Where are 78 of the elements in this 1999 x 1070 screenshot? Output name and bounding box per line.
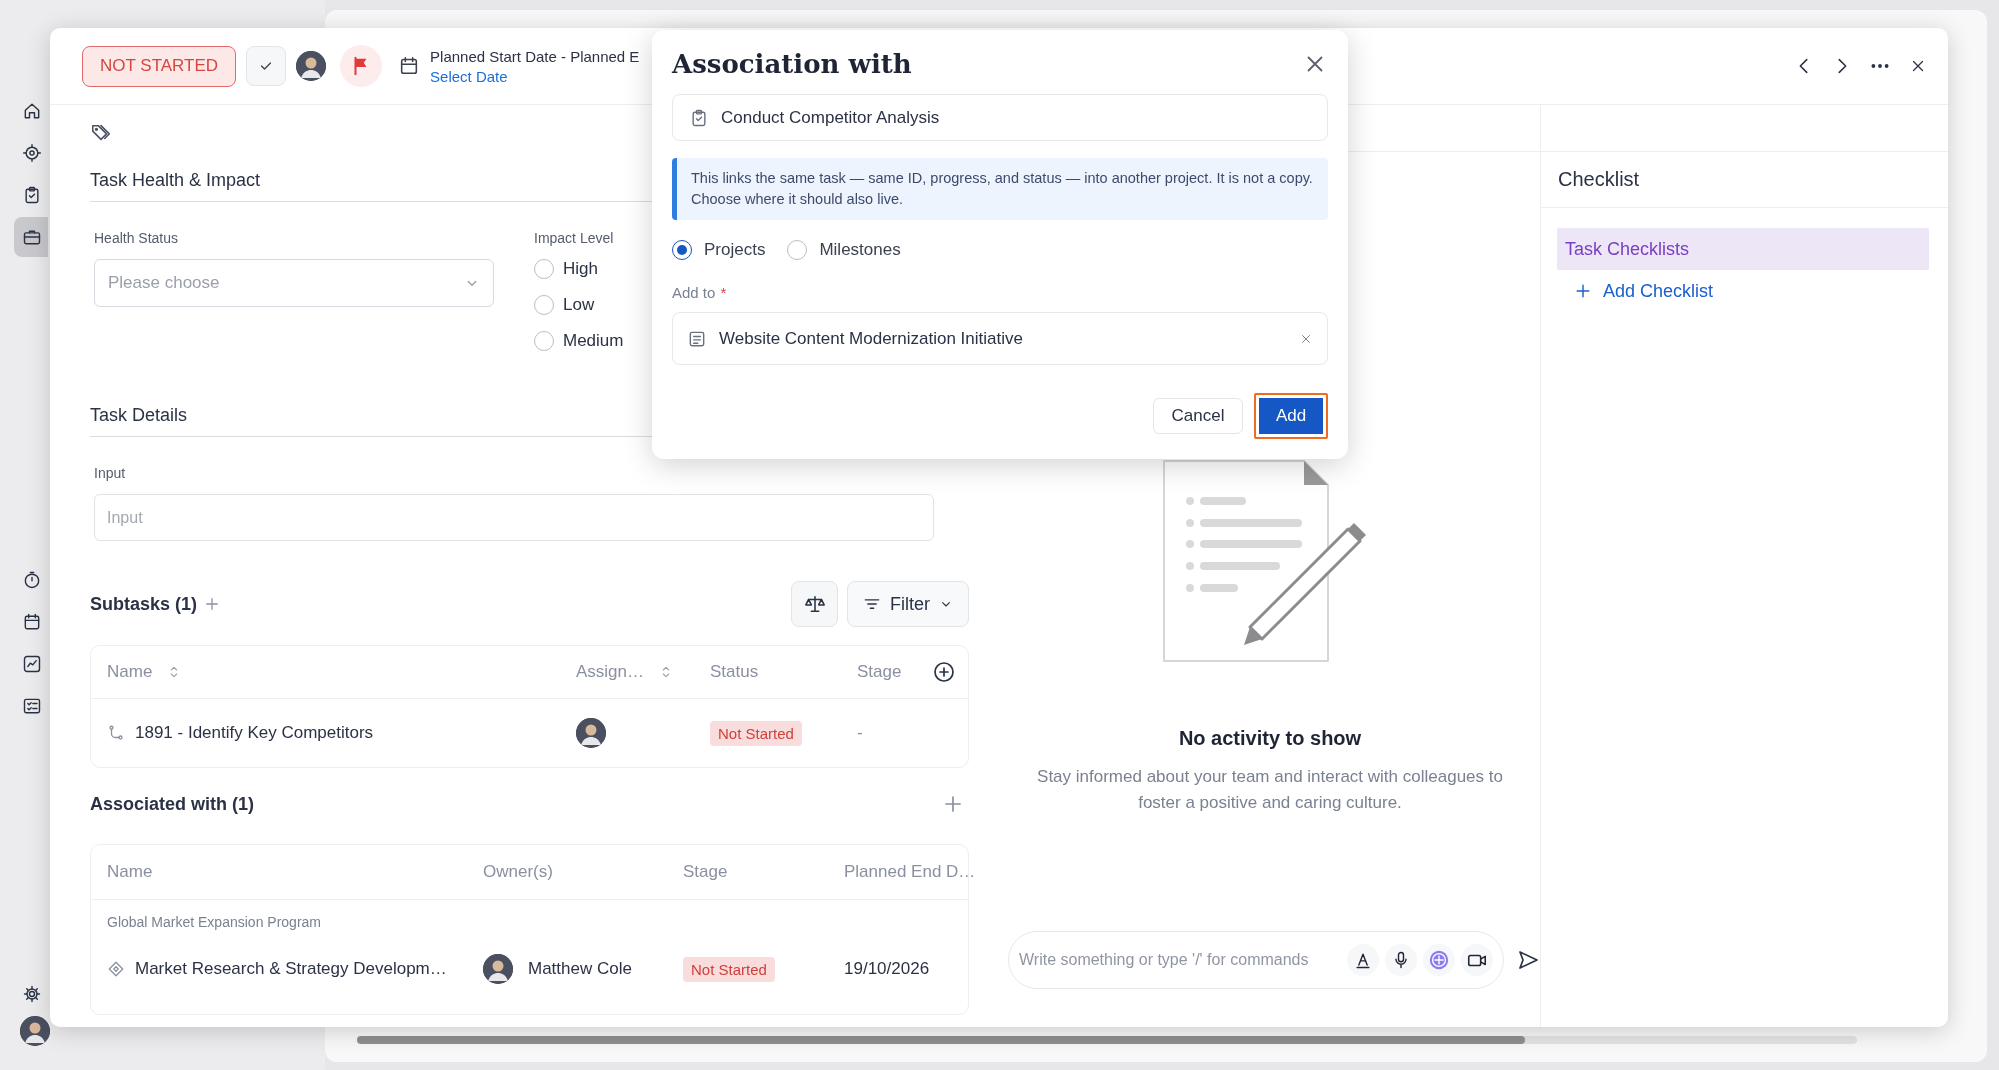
target-icon [22,143,42,163]
date-label: Planned Start Date - Planned E [430,47,640,65]
status-button[interactable]: NOT STARTED [82,45,237,87]
more-icon [1871,64,1889,68]
calendar-icon [22,612,42,632]
radio-button[interactable] [534,259,554,279]
cancel-button[interactable]: Cancel [1153,398,1243,434]
column-header: Stage [683,862,729,882]
chart-icon [22,654,42,674]
add-checklist-button[interactable]: Add Checklist [1557,270,1714,312]
column-header: Status [710,662,760,682]
avatar [483,954,513,984]
required-mark: * [720,283,727,303]
column-header[interactable]: Name [107,662,153,682]
video-icon[interactable] [1461,944,1493,976]
field-label: Add to [672,283,716,303]
settings-icon[interactable] [22,984,42,1004]
dialog-title: Association with [672,49,912,79]
selected-project: Website Content Modernization Initiative [719,328,1023,349]
task-name: Conduct Competitor Analysis [721,107,940,128]
radio-button[interactable] [672,240,692,260]
radio-label: Low [563,295,595,315]
radio-label: Milestones [819,240,901,260]
table-cell[interactable]: 1891 - Identify Key Competitors [135,723,374,743]
radio-button[interactable] [787,240,808,260]
checklist-icon [22,696,42,716]
section-title: Associated with (1) [90,793,255,815]
avatar [20,1016,50,1046]
add-column-icon[interactable] [932,660,956,684]
column-header: Planned End D… [844,862,976,882]
empty-state-title: No activity to show [1178,727,1362,750]
clipboard-check-icon [689,107,709,128]
panel-title: Checklist [1541,152,1948,208]
scale-button[interactable] [791,581,838,627]
radio-button[interactable] [534,331,554,351]
checklist-item[interactable]: Task Checklists [1557,228,1929,270]
radio-label: High [563,259,598,279]
field-label: Health Status [94,229,180,248]
column-header: Owner(s) [483,862,554,882]
scrollbar[interactable] [357,1036,1857,1044]
filter-button[interactable]: Filter [847,581,969,627]
radio-label: Projects [704,240,766,260]
clipboard-check-icon [22,185,42,205]
sidebar-item[interactable] [14,217,48,257]
info-message: This links the same task — same ID, progress, and status — into another project. It is not a copy. Choose where it should also live. [672,158,1328,220]
table-cell-text: - [857,723,864,743]
field-label: Input [94,464,127,483]
diamond-icon [107,960,125,978]
column-header[interactable]: Assign… [576,662,645,682]
select-date-link[interactable]: Select Date [430,67,640,85]
input-field[interactable]: Input [94,494,934,541]
send-icon[interactable] [1516,948,1540,972]
add-button[interactable]: Add [1254,393,1328,439]
stopwatch-icon [22,570,42,590]
avatar [576,718,606,748]
section-title: Subtasks (1) [90,593,198,615]
scale-icon [803,593,826,615]
table-cell-text: 19/10/2026 [844,959,931,979]
table-cell[interactable]: Market Research & Strategy Developm… [135,959,447,979]
briefcase-icon [22,227,42,247]
subtask-icon [107,724,125,742]
text-format-icon[interactable] [1347,944,1379,976]
radio-label: Medium [563,331,624,351]
status-badge: Not Started [710,720,802,746]
project-select-field[interactable]: Website Content Modernization Initiative [672,312,1328,365]
table-cell: Matthew Cole [528,959,632,979]
radio-button[interactable] [534,295,554,315]
microphone-icon[interactable] [1385,944,1417,976]
column-header: Name [107,862,154,882]
home-icon [22,101,42,121]
empty-state-text: Stay informed about your team and interact with colleagues to foster a positive and caring culture. [1036,766,1504,814]
column-header: Stage [857,662,902,682]
avatar [296,51,327,81]
group-label: Global Market Expansion Program [106,913,322,932]
flag-button[interactable] [340,45,383,87]
status-badge: Not Started [683,956,775,982]
field-label: Impact Level [534,229,615,248]
ai-assistant-icon[interactable] [1423,944,1455,976]
